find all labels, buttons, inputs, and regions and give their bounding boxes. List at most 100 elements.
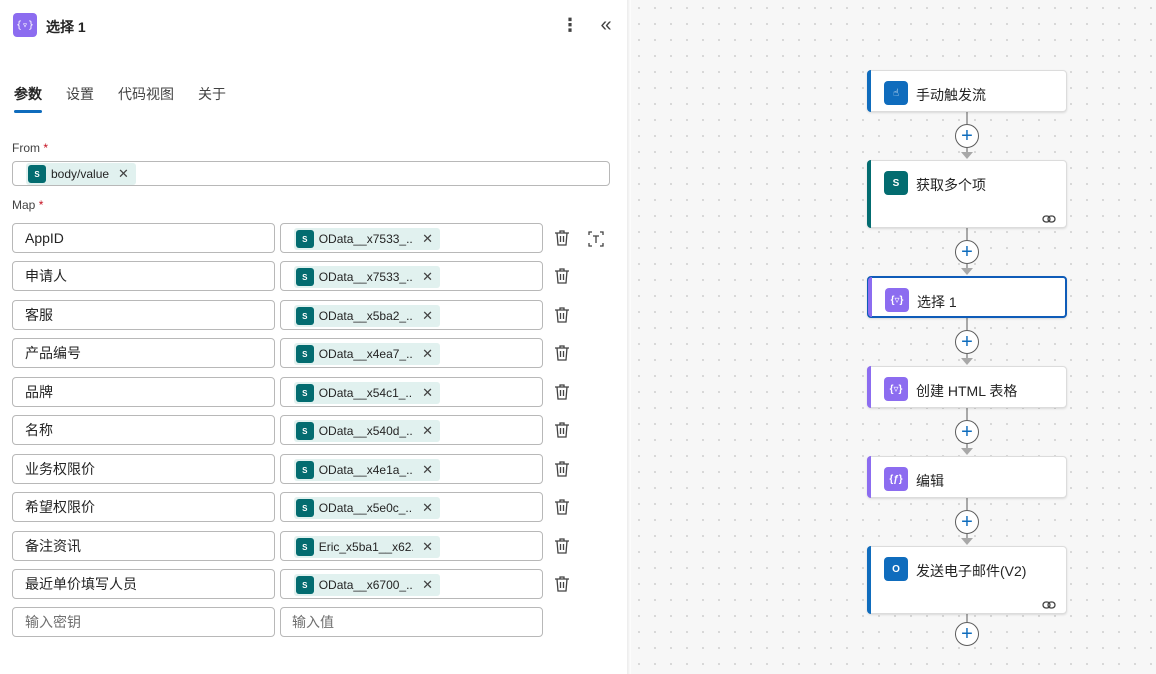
from-token[interactable]: S body/value ✕ xyxy=(26,163,136,185)
map-key-input[interactable]: 最近单价填写人员 xyxy=(12,569,275,599)
token-text: OData__x540d_... xyxy=(318,424,414,438)
delete-icon[interactable] xyxy=(554,344,572,362)
remove-token-icon[interactable]: ✕ xyxy=(422,308,433,324)
add-action-button[interactable]: + xyxy=(955,510,979,534)
collapse-panel-icon[interactable]: « xyxy=(594,13,618,37)
map-key-input[interactable]: 备注资讯 xyxy=(12,531,275,561)
map-value-input[interactable]: S OData__x7533_... ✕ xyxy=(280,223,543,253)
map-value-token[interactable]: S OData__x6700_... ✕ xyxy=(294,574,440,596)
remove-token-icon[interactable]: ✕ xyxy=(422,385,433,401)
flow-node[interactable]: O 发送电子邮件(V2) xyxy=(867,546,1067,614)
map-value-input[interactable]: S OData__x7533_... ✕ xyxy=(280,261,543,291)
map-key-input[interactable]: 产品编号 xyxy=(12,338,275,368)
add-action-button[interactable]: + xyxy=(955,622,979,646)
flow-node[interactable]: {ƒ} 编辑 xyxy=(867,456,1067,498)
properties-panel: {▿} 选择 1 ⋮ « 参数 设置 代码视图 关于 From * S body… xyxy=(0,0,627,674)
map-key-input[interactable]: 名称 xyxy=(12,415,275,445)
sharepoint-icon: S xyxy=(884,171,908,195)
map-value-token[interactable]: S OData__x540d_... ✕ xyxy=(294,420,440,442)
new-value-input[interactable]: 输入值 xyxy=(280,607,543,637)
map-value-token[interactable]: S OData__x7533_... ✕ xyxy=(294,266,440,288)
remove-token-icon[interactable]: ✕ xyxy=(422,423,433,439)
from-input[interactable]: S body/value ✕ xyxy=(12,161,610,186)
map-key-input[interactable]: 业务权限价 xyxy=(12,454,275,484)
add-action-button[interactable]: + xyxy=(955,420,979,444)
map-value-input[interactable]: S Eric_x5ba1__x62... ✕ xyxy=(280,531,543,561)
switch-to-text-mode-icon[interactable] xyxy=(586,229,606,249)
map-value-input[interactable]: S OData__x4ea7_... ✕ xyxy=(280,338,543,368)
node-label: 手动触发流 xyxy=(916,87,986,103)
map-key-text: 业务权限价 xyxy=(25,461,95,477)
delete-icon[interactable] xyxy=(554,537,572,555)
tab-settings[interactable]: 设置 xyxy=(66,84,94,113)
sharepoint-icon: S xyxy=(296,538,314,556)
flow-node[interactable]: ☝ 手动触发流 xyxy=(867,70,1067,112)
node-accent-bar xyxy=(867,160,871,228)
add-action-button[interactable]: + xyxy=(955,240,979,264)
map-value-token[interactable]: S OData__x7533_... ✕ xyxy=(294,228,440,250)
add-action-button[interactable]: + xyxy=(955,124,979,148)
flow-node[interactable]: S 获取多个项 xyxy=(867,160,1067,228)
sharepoint-icon: S xyxy=(28,165,46,183)
token-text: OData__x5e0c_... xyxy=(318,501,414,515)
remove-token-icon[interactable]: ✕ xyxy=(422,577,433,593)
tab-code-view[interactable]: 代码视图 xyxy=(118,84,174,113)
manual-trigger-icon: ☝ xyxy=(884,81,908,105)
map-value-token[interactable]: S OData__x5ba2_... ✕ xyxy=(294,305,440,327)
map-key-text: 名称 xyxy=(25,422,53,438)
from-label-text: From xyxy=(12,141,40,155)
sharepoint-icon: S xyxy=(296,268,314,286)
delete-icon[interactable] xyxy=(554,306,572,324)
new-key-input[interactable]: 输入密钥 xyxy=(12,607,275,637)
map-value-token[interactable]: S OData__x4e1a_... ✕ xyxy=(294,459,440,481)
map-key-text: 备注资讯 xyxy=(25,538,81,554)
delete-icon[interactable] xyxy=(554,460,572,478)
map-value-input[interactable]: S OData__x6700_... ✕ xyxy=(280,569,543,599)
data-operation-icon: {▿} xyxy=(884,377,908,401)
delete-icon[interactable] xyxy=(554,575,572,593)
node-label: 获取多个项 xyxy=(916,177,986,193)
outlook-icon: O xyxy=(884,557,908,581)
delete-icon[interactable] xyxy=(554,383,572,401)
map-key-text: 客服 xyxy=(25,307,53,323)
map-value-token[interactable]: S OData__x4ea7_... ✕ xyxy=(294,343,440,365)
delete-icon[interactable] xyxy=(554,267,572,285)
remove-token-icon[interactable]: ✕ xyxy=(422,462,433,478)
map-value-token[interactable]: S Eric_x5ba1__x62... ✕ xyxy=(294,536,440,558)
remove-token-icon[interactable]: ✕ xyxy=(422,346,433,362)
add-action-button[interactable]: + xyxy=(955,330,979,354)
flow-node[interactable]: {▿} 选择 1 xyxy=(867,276,1067,318)
connector-arrow xyxy=(961,448,973,455)
map-value-token[interactable]: S OData__x5e0c_... ✕ xyxy=(294,497,440,519)
map-key-input[interactable]: 希望权限价 xyxy=(12,492,275,522)
token-text: OData__x54c1_... xyxy=(318,386,414,400)
connector-arrow xyxy=(961,268,973,275)
tab-about[interactable]: 关于 xyxy=(198,84,226,113)
map-key-input[interactable]: 客服 xyxy=(12,300,275,330)
map-key-input[interactable]: AppID xyxy=(12,223,275,253)
map-value-token[interactable]: S OData__x54c1_... ✕ xyxy=(294,382,440,404)
remove-token-icon[interactable]: ✕ xyxy=(422,500,433,516)
tab-parameters[interactable]: 参数 xyxy=(14,84,42,113)
delete-icon[interactable] xyxy=(554,498,572,516)
map-value-input[interactable]: S OData__x54c1_... ✕ xyxy=(280,377,543,407)
remove-token-icon[interactable]: ✕ xyxy=(422,539,433,555)
connector-line xyxy=(966,112,968,124)
remove-token-icon[interactable]: ✕ xyxy=(422,269,433,285)
remove-token-icon[interactable]: ✕ xyxy=(422,231,433,247)
map-key-input[interactable]: 品牌 xyxy=(12,377,275,407)
data-operation-icon: {▿} xyxy=(13,13,37,37)
more-options-icon[interactable]: ⋮ xyxy=(560,13,580,37)
map-value-input[interactable]: S OData__x540d_... ✕ xyxy=(280,415,543,445)
flow-node[interactable]: {▿} 创建 HTML 表格 xyxy=(867,366,1067,408)
delete-icon[interactable] xyxy=(554,421,572,439)
map-value-input[interactable]: S OData__x5ba2_... ✕ xyxy=(280,300,543,330)
map-value-input[interactable]: S OData__x5e0c_... ✕ xyxy=(280,492,543,522)
link-icon xyxy=(1042,597,1056,609)
map-key-input[interactable]: 申请人 xyxy=(12,261,275,291)
delete-icon[interactable] xyxy=(554,229,572,247)
remove-token-icon[interactable]: ✕ xyxy=(118,166,129,182)
panel-title: 选择 1 xyxy=(46,19,86,35)
map-value-input[interactable]: S OData__x4e1a_... ✕ xyxy=(280,454,543,484)
link-icon xyxy=(1042,211,1056,223)
